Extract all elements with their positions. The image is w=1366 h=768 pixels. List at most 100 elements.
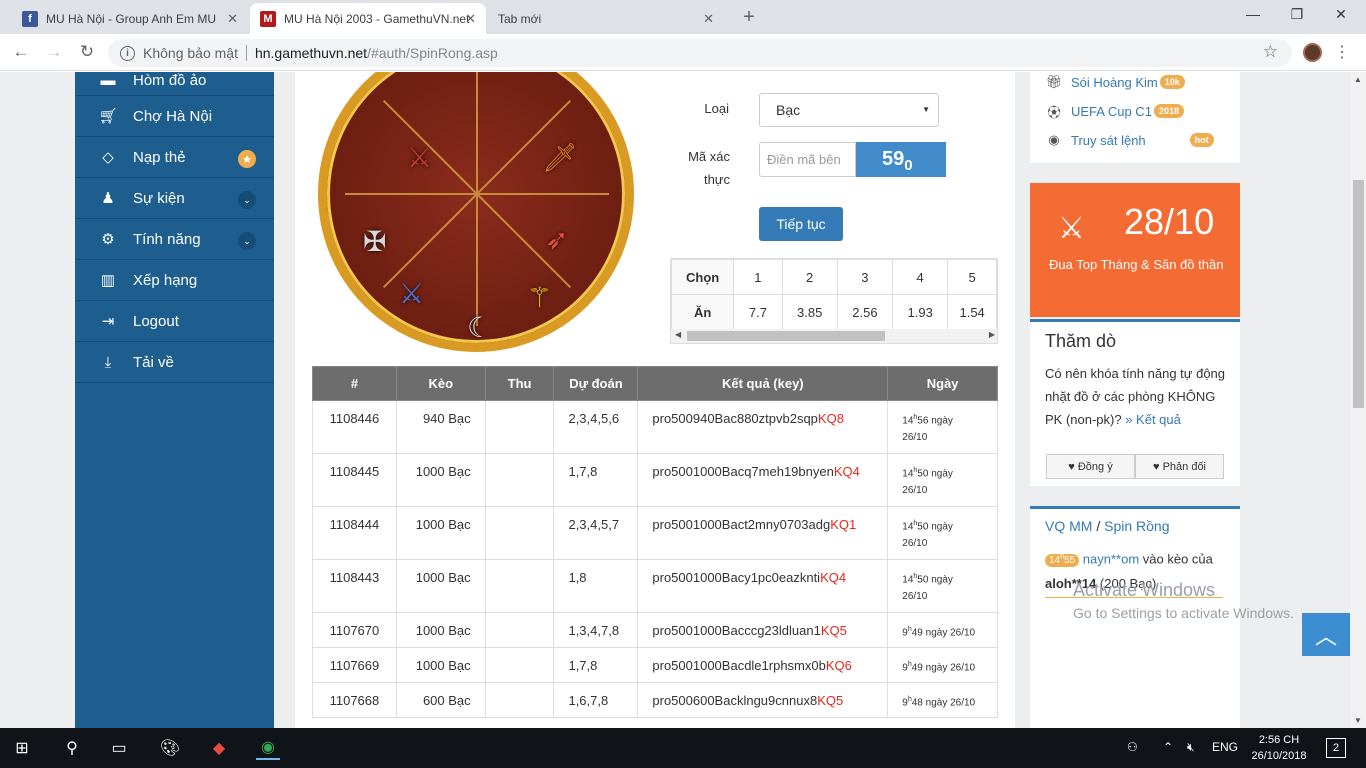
- link-uefa-cup[interactable]: ⚽︎ UEFA Cup C1 2018: [1046, 103, 1184, 120]
- sidebar-item-hom-do-ao[interactable]: ▬ Hòm đồ ảo: [75, 72, 274, 96]
- close-icon[interactable]: ✕: [703, 11, 714, 27]
- time-hour: 14: [902, 521, 914, 533]
- diamond-icon: ◇: [102, 149, 114, 166]
- url-path[interactable]: /#auth/SpinRong.asp: [367, 45, 498, 61]
- tab-facebook-group[interactable]: f MU Hà Nội - Group Anh Em MU ✕: [12, 3, 248, 34]
- row-thu: [484, 682, 555, 718]
- back-icon[interactable]: ←: [10, 42, 32, 62]
- odds-payout: 3.85: [781, 294, 838, 330]
- continue-button[interactable]: Tiếp tục: [759, 207, 843, 241]
- quick-links-box: 🎁︎ Sói Hoàng Kim 10k ⚽︎ UEFA Cup C1 2018…: [1030, 72, 1240, 163]
- kq-result: KQ6: [825, 658, 852, 673]
- people-icon[interactable]: ⚇: [1127, 740, 1138, 754]
- browser-menu-icon[interactable]: ⋮: [1334, 42, 1350, 62]
- volume-mute-icon[interactable]: 🔇︎: [1187, 740, 1195, 755]
- row-bet: 1000 Bạc: [395, 612, 486, 648]
- feed-user[interactable]: nayn**om: [1083, 551, 1139, 566]
- scroll-down-icon[interactable]: ▼: [1354, 716, 1362, 725]
- poll-result-link[interactable]: » Kết quả: [1125, 412, 1181, 427]
- tab-mu-hanoi[interactable]: M MU Hà Nội 2003 - GamethuVN.net ✕: [250, 3, 486, 34]
- watermark-line2: Go to Settings to activate Windows.: [1073, 605, 1294, 621]
- table-row: 1108444 1000 Bạc 2,3,4,5,7 pro5001000Bac…: [312, 506, 998, 560]
- col-header-thu: Thu: [484, 366, 555, 401]
- row-thu: [484, 506, 555, 560]
- omnibox[interactable]: i Không bảo mật hn.gamethuvn.net/#auth/S…: [108, 39, 1292, 67]
- forward-icon[interactable]: →: [43, 42, 65, 62]
- sidebar-item-xep-hang[interactable]: ▥ Xếp hạng: [75, 260, 274, 301]
- system-clock[interactable]: 2:56 CH 26/10/2018: [1247, 732, 1311, 764]
- watermark-line1: Activate Windows: [1073, 580, 1216, 600]
- scroll-left-icon[interactable]: ◀: [675, 330, 681, 339]
- cart-icon: 🛒︎: [98, 108, 118, 125]
- odds-choice: 2: [781, 259, 838, 295]
- captcha-label-line1: Mã xác: [688, 149, 730, 164]
- link-soi-hoang-kim[interactable]: 🎁︎ Sói Hoàng Kim 10k: [1046, 74, 1185, 90]
- vq-mm-link[interactable]: VQ MM: [1045, 518, 1092, 534]
- sidebar-item-tai-ve[interactable]: ⤓ Tải về: [75, 342, 274, 383]
- staff-weapon-icon: ⚚: [527, 282, 553, 313]
- sidebar-item-logout[interactable]: ⇥ Logout: [75, 301, 274, 342]
- sidebar-item-tinh-nang[interactable]: ⚙ Tính năng ⌄: [75, 219, 274, 260]
- reload-icon[interactable]: ↻: [76, 42, 98, 62]
- back-to-top-button[interactable]: ︿: [1302, 613, 1350, 656]
- task-view-icon[interactable]: ▭: [107, 736, 131, 760]
- disagree-button[interactable]: ♥ Phản đối: [1135, 454, 1224, 479]
- chevron-down-icon[interactable]: ⌄: [238, 232, 256, 250]
- scroll-right-icon[interactable]: ▶: [989, 330, 995, 339]
- restore-icon[interactable]: ❐: [1282, 6, 1312, 23]
- row-time: 9h49 ngày 26/10: [887, 647, 998, 683]
- feed-time-min: 55: [1064, 555, 1076, 567]
- kq-result: KQ5: [820, 623, 847, 638]
- sidebar-item-label: Tính năng: [133, 230, 201, 248]
- close-icon[interactable]: ✕: [227, 11, 238, 27]
- row-bet: 1000 Bạc: [395, 647, 486, 683]
- close-icon[interactable]: ✕: [465, 11, 476, 27]
- paint-app-icon[interactable]: 🎨︎: [158, 736, 182, 760]
- loai-select[interactable]: Bạc ▼: [759, 93, 939, 127]
- profile-avatar[interactable]: [1303, 43, 1322, 62]
- security-label[interactable]: Không bảo mật: [143, 45, 238, 61]
- scrollbar-thumb[interactable]: [1353, 180, 1364, 408]
- sidebar-item-cho-ha-noi[interactable]: 🛒︎ Chợ Hà Nội: [75, 96, 274, 137]
- sidebar-item-label: Chợ Hà Nội: [133, 107, 213, 125]
- wheel-divider: [476, 72, 478, 194]
- chevron-up-icon: ︿: [1314, 623, 1337, 649]
- language-indicator[interactable]: ENG: [1212, 740, 1238, 754]
- odds-header-chon: Chọn: [671, 259, 735, 295]
- spin-feed-title: VQ MM / Spin Rồng: [1045, 518, 1170, 534]
- spin-rong-link[interactable]: Spin Rồng: [1104, 518, 1169, 534]
- chevron-up-tray-icon[interactable]: ⌃: [1163, 740, 1173, 754]
- event-banner[interactable]: ⚔ 28/10 Đua Top Tháng & Săn đồ thần: [1030, 183, 1240, 317]
- odds-horizontal-scrollbar[interactable]: ◀ ▶: [671, 329, 997, 343]
- new-tab-icon[interactable]: +: [738, 6, 760, 29]
- row-time: 9h48 ngày 26/10: [887, 682, 998, 718]
- time-rest: 50 ngày: [917, 574, 953, 586]
- windows-start-icon[interactable]: ⊞: [10, 736, 34, 760]
- sidebar-item-nap-the[interactable]: ◇ Nạp thẻ ★: [75, 137, 274, 178]
- captcha-input[interactable]: Điền mã bên: [759, 142, 856, 177]
- minimize-icon[interactable]: —: [1238, 6, 1268, 22]
- time-hour: 14: [902, 468, 914, 480]
- chevron-down-icon[interactable]: ⌄: [238, 191, 256, 209]
- url-host[interactable]: hn.gamethuvn.net: [255, 45, 367, 61]
- link-truy-sat-lenh[interactable]: ◉ Truy sát lệnh hot: [1046, 132, 1214, 148]
- sidebar-item-su-kien[interactable]: ♟ Sự kiện ⌄: [75, 178, 274, 219]
- scroll-up-icon[interactable]: ▲: [1354, 75, 1362, 84]
- bookmark-star-icon[interactable]: ☆: [1263, 42, 1278, 62]
- sidebar-item-label: Logout: [133, 312, 179, 330]
- mu-launcher-icon[interactable]: ◆: [207, 736, 231, 760]
- search-icon[interactable]: ⚲: [60, 736, 84, 760]
- time-hour: 14: [902, 415, 914, 427]
- chrome-icon[interactable]: ◉: [256, 736, 280, 760]
- tab-new[interactable]: Tab mới ✕: [488, 3, 724, 34]
- gift-icon: 🎁︎: [1045, 74, 1063, 89]
- row-time: 14h56 ngày 26/10: [887, 400, 998, 454]
- agree-button[interactable]: ♥ Đồng ý: [1046, 454, 1135, 479]
- scrollbar-thumb[interactable]: [687, 331, 885, 341]
- notification-center-icon[interactable]: 2: [1326, 738, 1346, 758]
- poll-title: Thăm dò: [1045, 331, 1117, 351]
- page-vertical-scrollbar[interactable]: ▲ ▼: [1351, 72, 1366, 728]
- odds-row-an: Ăn 7.7 3.85 2.56 1.93 1.54: [671, 294, 997, 330]
- close-window-icon[interactable]: ✕: [1326, 6, 1356, 23]
- info-icon[interactable]: i: [120, 45, 135, 61]
